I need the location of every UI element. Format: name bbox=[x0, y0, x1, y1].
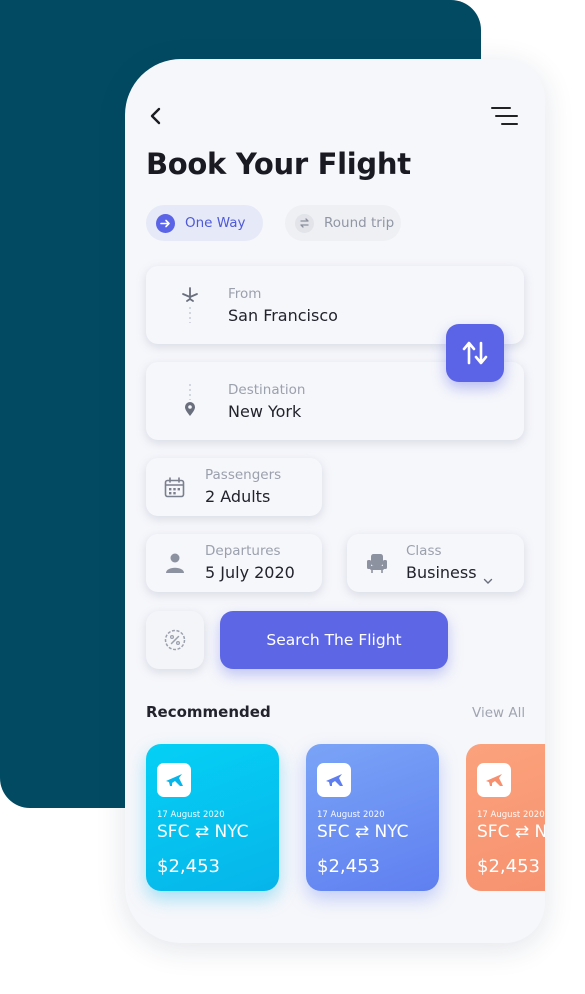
airplane-icon bbox=[157, 763, 191, 797]
swap-vertical-icon bbox=[462, 341, 488, 365]
seat-icon bbox=[366, 552, 388, 578]
flight-date: 17 August 2020 bbox=[317, 810, 385, 820]
flight-price: $2,453 bbox=[317, 856, 380, 877]
view-all-link[interactable]: View All bbox=[472, 705, 525, 721]
discount-icon bbox=[164, 629, 186, 651]
stage: Book Your Flight One Way Round trip From… bbox=[0, 0, 585, 994]
flight-card[interactable]: 17 August 2020 SFC ⇄ NYC $2,453 bbox=[306, 744, 439, 891]
flight-route: SFC ⇄ NYC bbox=[317, 822, 409, 842]
location-pin-icon bbox=[180, 382, 200, 422]
airplane-icon bbox=[477, 763, 511, 797]
from-label: From bbox=[228, 286, 262, 302]
departures-field[interactable]: Departures 5 July 2020 bbox=[146, 534, 322, 592]
passengers-field[interactable]: Passengers 2 Adults bbox=[146, 458, 322, 516]
calendar-icon bbox=[164, 477, 185, 502]
recommended-title: Recommended bbox=[146, 703, 271, 721]
departures-label: Departures bbox=[205, 543, 281, 559]
takeoff-icon bbox=[180, 285, 200, 329]
discount-button[interactable] bbox=[146, 611, 204, 669]
round-trip-option[interactable]: Round trip bbox=[285, 205, 401, 241]
from-value: San Francisco bbox=[228, 306, 338, 325]
chevron-left-icon[interactable] bbox=[148, 106, 166, 126]
flight-card[interactable]: 17 August 2020 SFC ⇄ NYC $2,453 bbox=[466, 744, 545, 891]
destination-value: New York bbox=[228, 402, 302, 421]
page-title: Book Your Flight bbox=[146, 147, 411, 181]
departures-value: 5 July 2020 bbox=[205, 563, 295, 582]
flight-date: 17 August 2020 bbox=[477, 810, 545, 820]
arrow-right-icon bbox=[156, 213, 175, 233]
one-way-label: One Way bbox=[185, 215, 246, 231]
passengers-value: 2 Adults bbox=[205, 487, 271, 506]
passengers-label: Passengers bbox=[205, 467, 282, 483]
flight-price: $2,453 bbox=[477, 856, 540, 877]
class-field[interactable]: Class Business bbox=[347, 534, 524, 592]
round-trip-label: Round trip bbox=[324, 215, 395, 231]
airplane-icon bbox=[317, 763, 351, 797]
class-label: Class bbox=[406, 543, 442, 559]
swap-locations-button[interactable] bbox=[446, 324, 504, 382]
flight-price: $2,453 bbox=[157, 856, 220, 877]
flight-route: SFC ⇄ NYC bbox=[157, 822, 249, 842]
flight-card[interactable]: 17 August 2020 SFC ⇄ NYC $2,453 bbox=[146, 744, 279, 891]
class-value: Business bbox=[406, 563, 477, 582]
one-way-option[interactable]: One Way bbox=[146, 205, 263, 241]
swap-horizontal-icon bbox=[295, 213, 314, 233]
person-icon bbox=[165, 552, 185, 578]
flight-date: 17 August 2020 bbox=[157, 810, 225, 820]
phone-screen: Book Your Flight One Way Round trip From… bbox=[125, 59, 545, 943]
chevron-down-icon bbox=[483, 570, 493, 589]
search-flight-button[interactable]: Search The Flight bbox=[220, 611, 448, 669]
destination-label: Destination bbox=[228, 382, 306, 398]
flight-route: SFC ⇄ NYC bbox=[477, 822, 545, 842]
menu-icon[interactable] bbox=[491, 104, 518, 128]
